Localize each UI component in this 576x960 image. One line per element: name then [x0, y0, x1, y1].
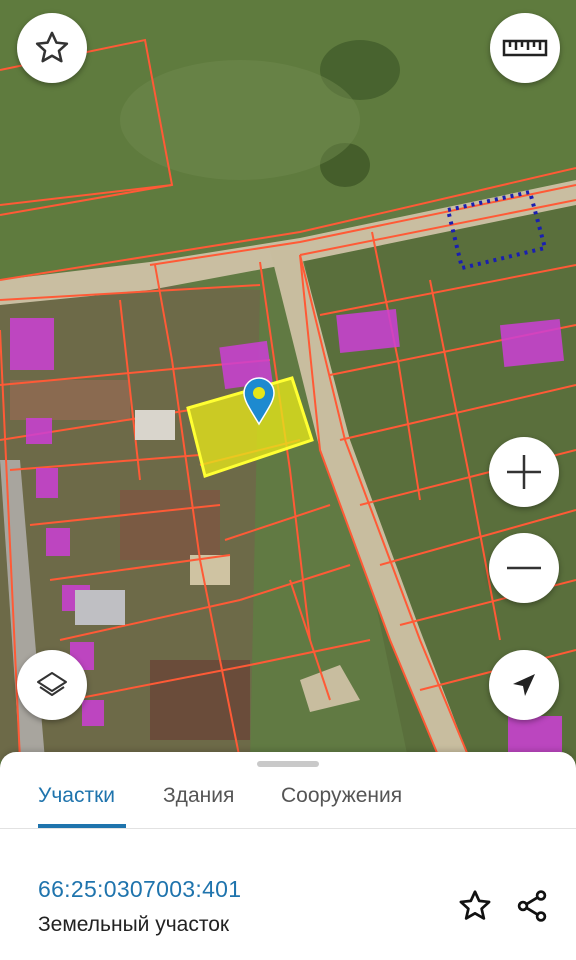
- field-patch: [120, 60, 360, 180]
- ruler-button[interactable]: [490, 13, 560, 83]
- active-tab-indicator: [38, 824, 126, 828]
- star-outline-icon: [35, 31, 69, 63]
- layers-button[interactable]: [17, 650, 87, 720]
- share-button[interactable]: [512, 886, 552, 926]
- favorite-parcel-button[interactable]: [455, 886, 495, 926]
- share-icon: [517, 890, 547, 922]
- garden-plot: [150, 660, 250, 740]
- navigation-arrow-icon: [513, 674, 535, 696]
- tab-parcels[interactable]: Участки: [38, 778, 115, 822]
- ruler-icon: [502, 39, 548, 57]
- favorite-button[interactable]: [17, 13, 87, 83]
- garden-plot: [10, 380, 130, 420]
- building-roof: [135, 410, 175, 440]
- cadastral-number[interactable]: 66:25:0307003:401: [38, 876, 241, 903]
- building-roof: [75, 590, 125, 625]
- my-location-button[interactable]: [489, 650, 559, 720]
- layers-icon: [37, 672, 67, 696]
- plus-icon: [507, 455, 541, 489]
- tab-buildings[interactable]: Здания: [163, 778, 234, 822]
- parcel-type: Земельный участок: [38, 913, 230, 936]
- minus-icon: [507, 566, 541, 570]
- object-type-tabs: Участки Здания Сооружения: [0, 772, 576, 829]
- sheet-drag-handle[interactable]: [257, 761, 319, 767]
- zoom-out-button[interactable]: [489, 533, 559, 603]
- star-outline-icon: [459, 890, 491, 920]
- tab-structures[interactable]: Сооружения: [281, 778, 402, 822]
- garden-plot: [120, 490, 220, 560]
- zoom-in-button[interactable]: [489, 437, 559, 507]
- parcel-info-sheet: Участки Здания Сооружения 66:25:0307003:…: [0, 752, 576, 960]
